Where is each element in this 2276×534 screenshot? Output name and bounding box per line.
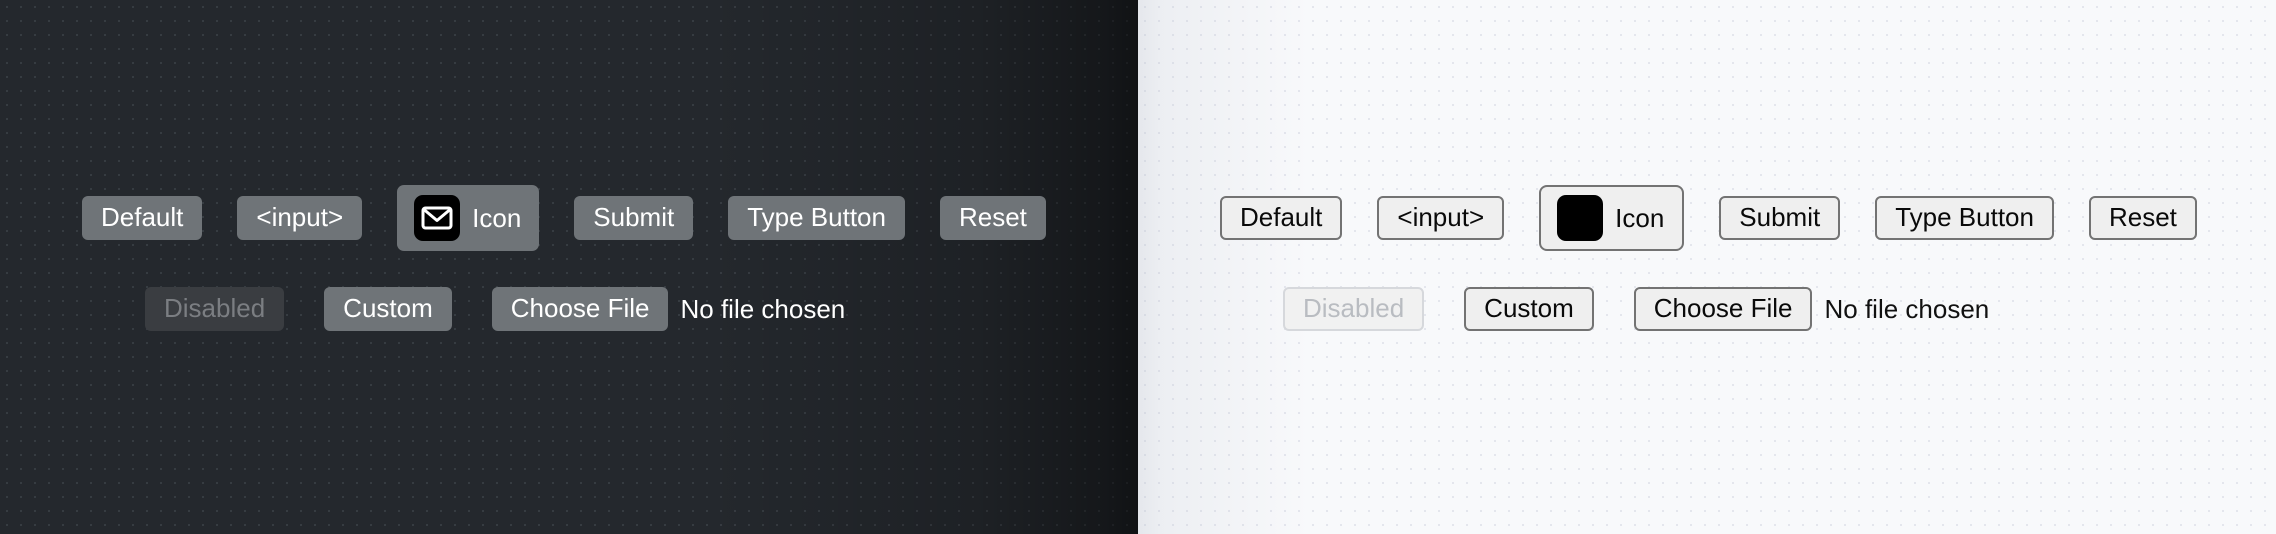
dark-file-status-text: No file chosen: [680, 293, 846, 324]
envelope-icon: [414, 195, 461, 241]
light-type-button[interactable]: Type Button: [1875, 196, 2054, 240]
light-file-status-text: No file chosen: [1824, 293, 1990, 324]
dark-reset-button[interactable]: Reset: [939, 196, 1046, 240]
dark-disabled-button: Disabled: [145, 287, 285, 331]
dark-icon-button-label: Icon: [472, 203, 522, 233]
dark-theme-panel: Default <input> Icon Submit Type Button …: [0, 0, 1138, 534]
light-disabled-button: Disabled: [1283, 287, 1425, 331]
light-input-button[interactable]: <input>: [1377, 196, 1505, 240]
light-custom-button[interactable]: Custom: [1464, 287, 1594, 331]
light-icon-button-label: Icon: [1615, 203, 1665, 233]
dark-submit-button[interactable]: Submit: [574, 196, 694, 240]
light-reset-button[interactable]: Reset: [2088, 196, 2197, 240]
light-icon-button[interactable]: Icon: [1539, 185, 1685, 251]
light-default-button[interactable]: Default: [1220, 196, 1343, 240]
light-button-row-primary: Default <input> Icon Submit Type Button …: [1220, 180, 2276, 256]
dark-custom-button[interactable]: Custom: [324, 287, 452, 331]
dark-default-button[interactable]: Default: [82, 196, 203, 240]
dark-button-row-secondary: Disabled Custom Choose File No file chos…: [82, 287, 1138, 331]
light-file-input-group: Choose File No file chosen: [1633, 287, 1990, 331]
light-choose-file-button[interactable]: Choose File: [1633, 287, 1813, 331]
dark-file-input-group: Choose File No file chosen: [491, 287, 846, 331]
envelope-icon: [1557, 195, 1604, 241]
light-panel-content: Default <input> Icon Submit Type Button …: [1138, 0, 2276, 331]
dark-input-button[interactable]: <input>: [237, 196, 363, 240]
light-theme-panel: Default <input> Icon Submit Type Button …: [1138, 0, 2276, 534]
dark-panel-content: Default <input> Icon Submit Type Button …: [0, 0, 1138, 331]
light-submit-button[interactable]: Submit: [1719, 196, 1841, 240]
dark-button-row-primary: Default <input> Icon Submit Type Button …: [82, 180, 1138, 256]
dark-choose-file-button[interactable]: Choose File: [491, 287, 669, 331]
theme-comparison-stage: Default <input> Icon Submit Type Button …: [0, 0, 2276, 534]
dark-type-button[interactable]: Type Button: [728, 196, 905, 240]
light-button-row-secondary: Disabled Custom Choose File No file chos…: [1220, 287, 2276, 331]
dark-icon-button[interactable]: Icon: [397, 185, 540, 251]
